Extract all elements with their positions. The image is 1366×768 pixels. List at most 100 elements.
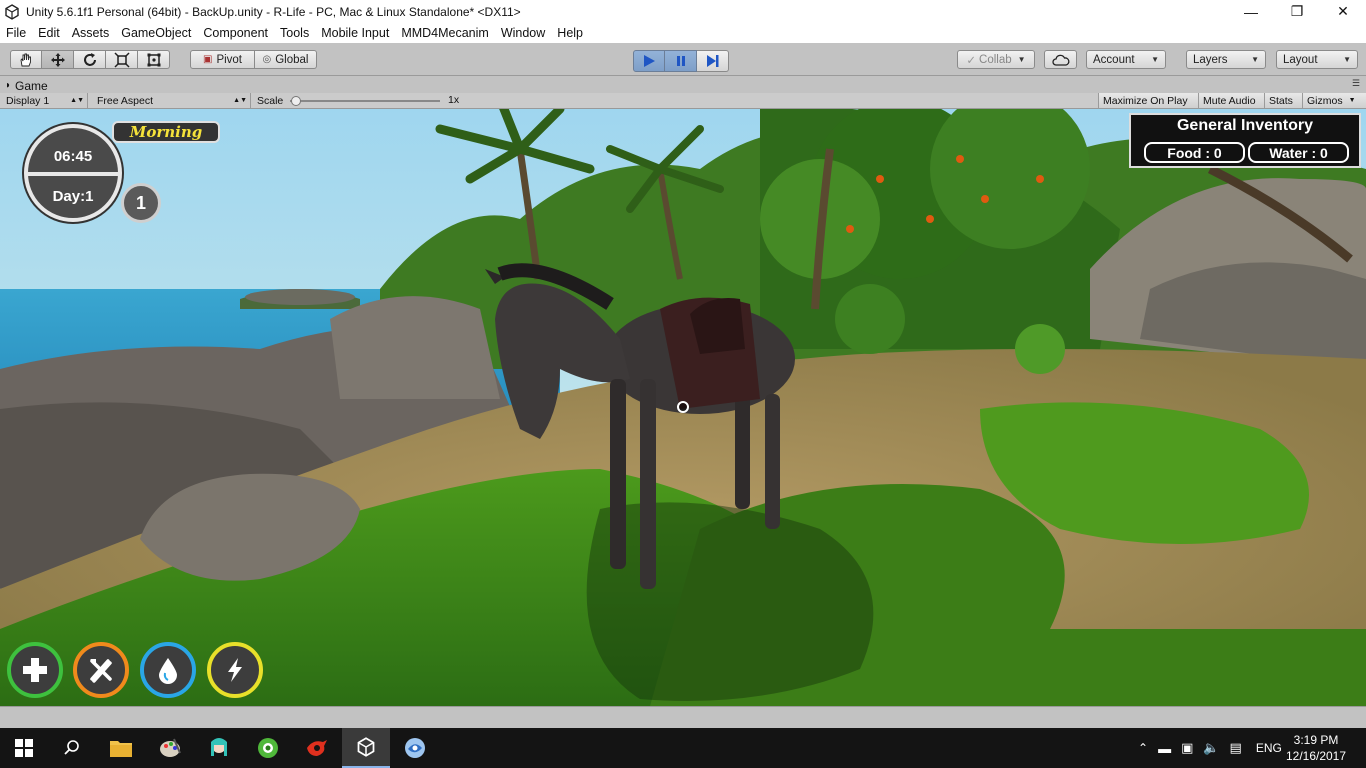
menu-file[interactable]: File — [0, 26, 32, 40]
chevron-down-icon: ▼ — [1251, 55, 1259, 64]
collab-button[interactable]: ✓ Collab ▼ — [957, 50, 1035, 69]
menu-component[interactable]: Component — [197, 26, 274, 40]
chevron-down-icon: ▼ — [1151, 55, 1159, 64]
menu-tools[interactable]: Tools — [274, 26, 315, 40]
unity-icon[interactable] — [342, 728, 390, 768]
layers-dropdown[interactable]: Layers ▼ — [1186, 50, 1266, 69]
health-button[interactable] — [7, 642, 63, 698]
title-bar: Unity 5.6.1f1 Personal (64bit) - BackUp.… — [0, 0, 1366, 23]
chevron-up-icon[interactable]: ⌃ — [1138, 741, 1148, 755]
mute-audio-toggle[interactable]: Mute Audio — [1198, 93, 1264, 108]
file-explorer-icon[interactable] — [97, 728, 145, 768]
time-period-badge: Morning — [112, 121, 220, 143]
plus-icon — [23, 658, 47, 682]
pacman-game-icon: ◗ — [5, 80, 12, 91]
play-icon[interactable] — [633, 50, 665, 72]
stats-toggle[interactable]: Stats — [1264, 93, 1302, 108]
general-inventory-panel: General Inventory Food : 0 Water : 0 — [1129, 113, 1361, 168]
volume-icon[interactable]: 🔈 — [1203, 740, 1219, 756]
clock-divider — [28, 172, 118, 176]
layout-dropdown[interactable]: Layout ▼ — [1276, 50, 1358, 69]
green-app-icon[interactable] — [244, 728, 292, 768]
taskbar-clock[interactable]: 3:19 PM 12/16/2017 — [1276, 732, 1356, 764]
gizmos-dropdown[interactable]: Gizmos ▼ — [1302, 93, 1366, 108]
minimize-icon[interactable]: — — [1228, 0, 1274, 23]
game-tab-bar: ◗ Game ☰ — [0, 77, 1366, 93]
pivot-icon: ▣ — [202, 54, 213, 65]
collab-check-icon: ✓ — [966, 54, 977, 67]
chevron-down-icon: ▼ — [1343, 55, 1351, 64]
main-toolbar: ▣ Pivot ◎ Global ✓ Collab ▼ Account ▼ Laye… — [0, 43, 1366, 76]
account-dropdown[interactable]: Account ▼ — [1086, 50, 1166, 69]
cloud-icon — [1051, 54, 1069, 66]
window-title: Unity 5.6.1f1 Personal (64bit) - BackUp.… — [26, 4, 521, 19]
chevron-down-icon: ▲▼ — [233, 97, 247, 104]
scale-value: 1x — [448, 94, 460, 106]
water-count[interactable]: Water : 0 — [1248, 142, 1349, 163]
step-icon[interactable] — [697, 50, 729, 72]
scale-label: Scale — [257, 94, 284, 107]
scale-slider-track[interactable] — [290, 100, 440, 102]
thirst-button[interactable] — [140, 642, 196, 698]
hunger-button[interactable] — [73, 642, 129, 698]
water-drop-icon — [159, 658, 177, 684]
crosshair-icon — [677, 401, 689, 413]
battery-icon[interactable]: ▬ — [1158, 741, 1171, 756]
network-icon[interactable]: ▣ — [1181, 740, 1193, 756]
menu-mmd4mecanim[interactable]: MMD4Mecanim — [395, 26, 495, 40]
aspect-dropdown[interactable]: Free Aspect ▲▼ — [91, 93, 251, 108]
move-icon[interactable] — [42, 50, 74, 69]
close-icon[interactable]: ✕ — [1320, 0, 1366, 23]
restore-icon[interactable]: ❐ — [1274, 0, 1320, 23]
food-count[interactable]: Food : 0 — [1144, 142, 1245, 163]
hand-icon[interactable] — [10, 50, 42, 69]
chevron-down-icon: ▲▼ — [70, 97, 84, 104]
pause-icon[interactable] — [665, 50, 697, 72]
menu-gameobject[interactable]: GameObject — [115, 26, 197, 40]
transform-tools — [10, 50, 170, 69]
tab-menu-icon[interactable]: ☰ — [1352, 78, 1360, 89]
cloud-button[interactable] — [1044, 50, 1077, 69]
inventory-title: General Inventory — [1176, 117, 1314, 134]
taskbar-date: 12/16/2017 — [1285, 749, 1347, 763]
search-icon[interactable] — [48, 728, 96, 768]
editor-bottom-strip — [0, 706, 1366, 728]
globe-icon: ◎ — [262, 54, 272, 65]
menu-bar: File Edit Assets GameObject Component To… — [0, 23, 1366, 43]
tab-game[interactable]: ◗ Game — [5, 78, 48, 93]
maximize-on-play-toggle[interactable]: Maximize On Play — [1098, 93, 1198, 108]
scale-icon[interactable] — [106, 50, 138, 69]
display-dropdown[interactable]: Display 1 ▲▼ — [0, 93, 88, 108]
rotate-icon[interactable] — [74, 50, 106, 69]
garena-icon[interactable] — [293, 728, 341, 768]
rect-icon[interactable] — [138, 50, 170, 69]
day-clock: 06:45 Day:1 — [24, 124, 122, 222]
clock-day: Day:1 — [52, 188, 94, 205]
game-view-toolbar: Display 1 ▲▼ Free Aspect ▲▼ Scale 1x Maxim… — [0, 93, 1366, 109]
ime-icon[interactable]: ▤ — [1230, 740, 1242, 756]
taskbar-time: 3:19 PM — [1293, 733, 1339, 747]
chevron-down-icon: ▼ — [1348, 97, 1356, 104]
menu-mobile-input[interactable]: Mobile Input — [315, 26, 395, 40]
scale-slider-handle[interactable] — [291, 96, 301, 106]
paint-icon[interactable] — [146, 728, 194, 768]
unity-logo-icon — [5, 3, 19, 20]
global-button[interactable]: ◎ Global — [255, 50, 317, 69]
menu-window[interactable]: Window — [495, 26, 551, 40]
chevron-down-icon: ▼ — [1017, 55, 1026, 64]
day-count-badge: 1 — [121, 183, 161, 223]
fork-knife-icon — [90, 659, 112, 683]
miku-app-icon[interactable] — [195, 728, 243, 768]
menu-edit[interactable]: Edit — [32, 26, 66, 40]
game-view[interactable]: 06:45 Day:1 Morning 1 General Inventory … — [0, 109, 1366, 706]
pivot-button[interactable]: ▣ Pivot — [190, 50, 255, 69]
menu-help[interactable]: Help — [551, 26, 589, 40]
lightning-icon — [228, 658, 242, 682]
play-controls — [633, 50, 729, 72]
menu-assets[interactable]: Assets — [66, 26, 116, 40]
clock-time: 06:45 — [53, 148, 93, 165]
energy-button[interactable] — [207, 642, 263, 698]
windows-start-icon[interactable] — [0, 728, 48, 768]
blue-app-icon[interactable] — [391, 728, 439, 768]
windows-taskbar: ⌃ ▬ ▣ 🔈 ▤ ENG 3:19 PM 12/16/2017 — [0, 728, 1366, 768]
